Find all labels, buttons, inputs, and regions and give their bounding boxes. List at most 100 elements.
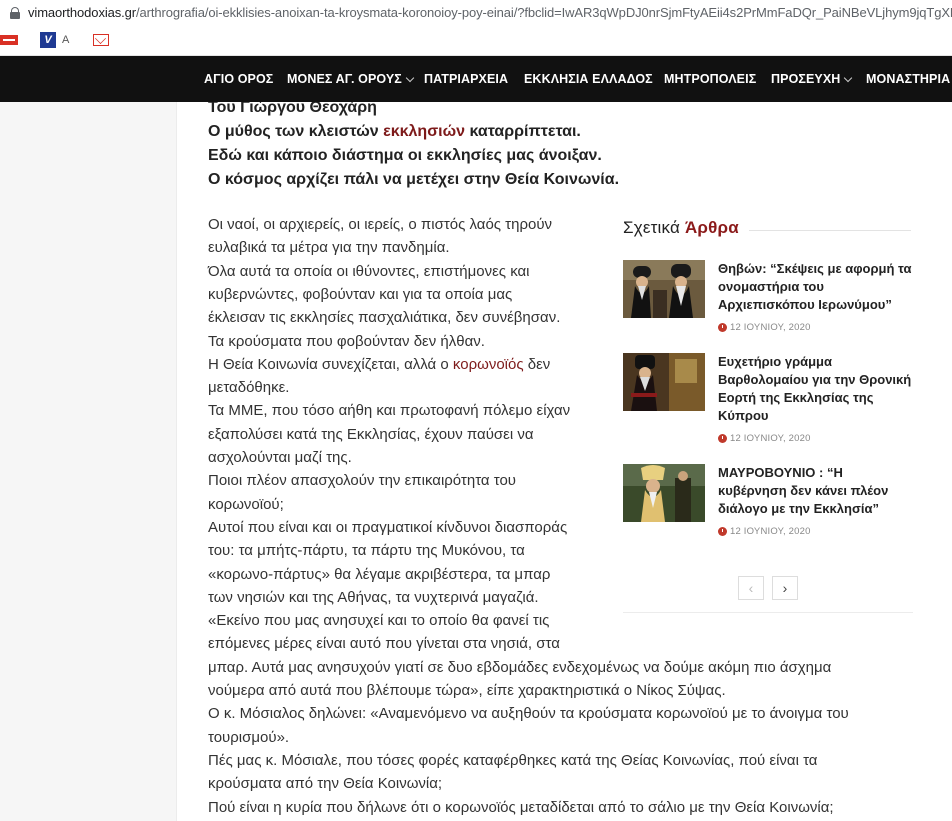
nav-label: ΑΓΙΟ ΟΡΟΣ <box>204 72 274 86</box>
bookmarks-bar: VA <box>0 25 952 56</box>
line-text: Οι ναοί, οι αρχιερείς, οι ιερείς, ο πιστ… <box>208 216 553 233</box>
url-host: vimaorthodoxias.gr <box>28 5 137 20</box>
line-text: Πές μας κ. Μόσιαλε, που τόσες φορές κατα… <box>208 751 818 769</box>
line-text: εξαπολύσει κατά της Εκκλησίας, έχουν παύ… <box>208 425 534 443</box>
related-articles: Σχετικά Άρθρα Θηβών: “Σκέψεις με αφορμή … <box>623 218 913 613</box>
nav-label: ΜΟΝΑΣΤΗΡΙΑ Τ <box>866 72 952 86</box>
chevron-down-icon <box>844 73 853 82</box>
related-item-date: 12 ΙΟΥΝΙΟΥ, 2020 <box>718 322 811 333</box>
nav-item-ekklisia-ellados[interactable]: ΕΚΚΛΗΣΙΑ ΕΛΛΑΔΟΣ <box>524 72 653 86</box>
bookmark-red[interactable] <box>0 35 30 45</box>
article-line: έκλεισαν τις εκκλησίες πασχαλιάτικα, δεν… <box>208 306 560 329</box>
lock-icon[interactable] <box>8 6 22 20</box>
line-text: Ποιοι πλέον απασχολούν την επικαιρότητα … <box>208 472 517 490</box>
intro-line: Ο κόσμος αρχίζει πάλι να μετέχει στην Θε… <box>208 168 928 192</box>
article-line: Η Θεία Κοινωνία συνεχίζεται, αλλά ο κορω… <box>208 353 550 376</box>
bookmark-v[interactable]: VA <box>40 32 83 48</box>
related-divider <box>749 230 911 231</box>
article-line: «Εκείνο που μας ανησυχεί και το οποίο θα… <box>208 609 549 632</box>
line-text: Όλα αυτά τα οποία οι ιθύνοντες, επιστήμο… <box>208 262 530 280</box>
article-line: τουρισμού». <box>208 726 289 749</box>
left-rail <box>0 102 177 821</box>
line-text: κυβερνώντες, φοβούνταν και για τα οποία … <box>208 285 513 303</box>
gmail-icon <box>93 34 110 46</box>
related-item-date: 12 ΙΟΥΝΙΟΥ, 2020 <box>718 433 811 444</box>
intro-line: Εδώ και κάποιο διάστημα οι εκκλησίες μας… <box>208 144 928 168</box>
line-text: ευλαβικά τα μέτρα για την πανδημία. <box>208 239 450 257</box>
intro-text: Ο μύθος των κλειστών <box>208 123 384 140</box>
bishops-photo-icon <box>623 260 705 318</box>
related-thumbnail[interactable] <box>623 353 705 411</box>
line-text: τουρισμού». <box>208 728 290 746</box>
line-text: του: τα μπήτς-πάρτυ, τα πάρτυ της Μυκόνο… <box>208 542 525 560</box>
nav-label: ΜΟΝΕΣ ΑΓ. ΟΡΟΥΣ <box>287 72 402 86</box>
nav-item-proseyxi[interactable]: ΠΡΟΣΕΥΧΗ <box>771 72 853 86</box>
article-line: κορωνοϊού; <box>208 493 284 516</box>
next-button[interactable]: › <box>772 576 798 600</box>
line-text: Η Θεία Κοινωνία συνεχίζεται, αλλά ο <box>208 355 453 373</box>
intro-line: Ο μύθος των κλειστών εκκλησιών καταρρίπτ… <box>208 120 928 144</box>
date-text: 12 ΙΟΥΝΙΟΥ, 2020 <box>730 433 811 444</box>
related-title: Σχετικά Άρθρα <box>623 218 739 237</box>
line-text: κορωνοϊού; <box>208 495 284 513</box>
article-line: μεταδόθηκε. <box>208 376 289 399</box>
line-text: επόμενες μέρες είναι αυτό που γίνεται στ… <box>208 635 560 653</box>
bookmark-a-label: A <box>62 34 70 46</box>
line-text: «Εκείνο που μας ανησυχεί και το οποίο θα… <box>208 612 550 630</box>
metropolitan-photo-icon <box>623 464 705 522</box>
article-line: Ο κ. Μόσιαλος δηλώνει: «Αναμενόμενο να α… <box>208 702 849 725</box>
nav-item-patriarxeia[interactable]: ΠΑΤΡΙΑΡΧΕΙΑ <box>424 72 508 86</box>
line-text: νούμερα από αυτά που βλέπουμε τώρα», είπ… <box>208 682 726 699</box>
article-line: Πές μας κ. Μόσιαλε, που τόσες φορές κατα… <box>208 749 817 772</box>
nav-label: ΕΚΚΛΗΣΙΑ ΕΛΛΑΔΟΣ <box>524 72 653 86</box>
v-logo-icon: V <box>40 32 56 48</box>
prev-button[interactable]: ‹ <box>738 576 764 600</box>
related-title-plain: Σχετικά <box>623 218 685 237</box>
nav-item-monastiria[interactable]: ΜΟΝΑΣΤΗΡΙΑ Τ <box>866 72 952 86</box>
article-line: εξαπολύσει κατά της Εκκλησίας, έχουν παύ… <box>208 423 534 446</box>
article-line: κυβερνώντες, φοβούνταν και για τα οποία … <box>208 283 512 306</box>
bookmark-gmail[interactable] <box>93 34 110 46</box>
article-line: των νησιών και της Αθήνας, τα νυχτερινά … <box>208 586 539 609</box>
line-text: ασχολούνται μαζί της. <box>208 449 352 466</box>
intro-text: Ο κόσμος αρχίζει πάλι να μετέχει στην Θε… <box>208 171 620 188</box>
line-text: μπαρ. Αυτά μας ανησυχούν γιατί σε δυο εβ… <box>208 658 832 676</box>
nav-item-mones[interactable]: ΜΟΝΕΣ ΑΓ. ΟΡΟΥΣ <box>287 72 415 86</box>
article-line: Οι ναοί, οι αρχιερείς, οι ιερείς, ο πιστ… <box>208 213 552 236</box>
site-nav: ΑΓΙΟ ΟΡΟΣ ΜΟΝΕΣ ΑΓ. ΟΡΟΥΣ ΠΑΤΡΙΑΡΧΕΙΑ ΕΚ… <box>0 56 952 102</box>
patriarch-photo-icon <box>623 353 705 411</box>
nav-item-agio-oros[interactable]: ΑΓΙΟ ΟΡΟΣ <box>204 72 273 86</box>
article-line: Τα κρούσματα που φοβούνταν δεν ήλθαν. <box>208 330 485 353</box>
nav-label: ΜΗΤΡΟΠΟΛΕΙΣ <box>664 72 757 86</box>
related-thumbnail[interactable] <box>623 260 705 318</box>
date-text: 12 ΙΟΥΝΙΟΥ, 2020 <box>730 322 811 333</box>
ekklision-link[interactable]: εκκλησιών <box>383 123 465 140</box>
date-text: 12 ΙΟΥΝΙΟΥ, 2020 <box>730 526 811 537</box>
nav-label: ΠΡΟΣΕΥΧΗ <box>771 72 841 86</box>
koronoios-link[interactable]: κορωνοϊός <box>453 356 524 373</box>
line-text: δεν <box>523 355 551 373</box>
url-path: /arthrografia/oi-ekklisies-anoixan-ta-kr… <box>136 5 952 20</box>
line-text: κρούσματα από την Θεία Κοινωνία; <box>208 775 443 793</box>
nav-item-mitropoleis[interactable]: ΜΗΤΡΟΠΟΛΕΙΣ <box>664 72 756 86</box>
article-line: κρούσματα από την Θεία Κοινωνία; <box>208 772 442 795</box>
article-content: Του Γιώργου Θεοχάρη Ο μύθος των κλειστών… <box>178 102 952 821</box>
article-intro: Του Γιώργου Θεοχάρη Ο μύθος των κλειστών… <box>208 102 928 192</box>
line-text: Ο κ. Μόσιαλος δηλώνει: «Αναμενόμενο να α… <box>208 705 849 723</box>
chevron-down-icon <box>405 73 415 82</box>
pager-divider <box>623 612 913 613</box>
address-bar[interactable]: vimaorthodoxias.gr/arthrografia/oi-ekkli… <box>0 0 952 25</box>
nav-label: ΠΑΤΡΙΑΡΧΕΙΑ <box>424 72 509 86</box>
related-item-title[interactable]: Ευχετήριο γράμμα Βαρθολομαίου για την Θρ… <box>718 353 913 425</box>
article-line: Τα ΜΜΕ, που τόσο αήθη και πρωτοφανή πόλε… <box>208 399 570 422</box>
article-line: «κορωνο-πάρτυς» θα λέγαμε ακριβέστερα, τ… <box>208 563 550 586</box>
line-text: Πού είναι η κυρία που δήλωνε ότι ο κορων… <box>208 798 834 816</box>
red-bookmark-icon <box>0 35 18 45</box>
article-line: ασχολούνται μαζί της. <box>208 446 352 469</box>
url-text[interactable]: vimaorthodoxias.gr/arthrografia/oi-ekkli… <box>28 5 952 20</box>
related-thumbnail[interactable] <box>623 464 705 522</box>
article-line: επόμενες μέρες είναι αυτό που γίνεται στ… <box>208 632 560 655</box>
related-item-title[interactable]: Θηβών: “Σκέψεις με αφορμή τα ονομαστήρια… <box>718 260 913 314</box>
related-item-title[interactable]: ΜΑΥΡΟΒΟΥΝΙΟ : “Η κυβέρνηση δεν κάνει πλέ… <box>718 464 913 518</box>
related-pager: ‹ › <box>738 576 806 600</box>
